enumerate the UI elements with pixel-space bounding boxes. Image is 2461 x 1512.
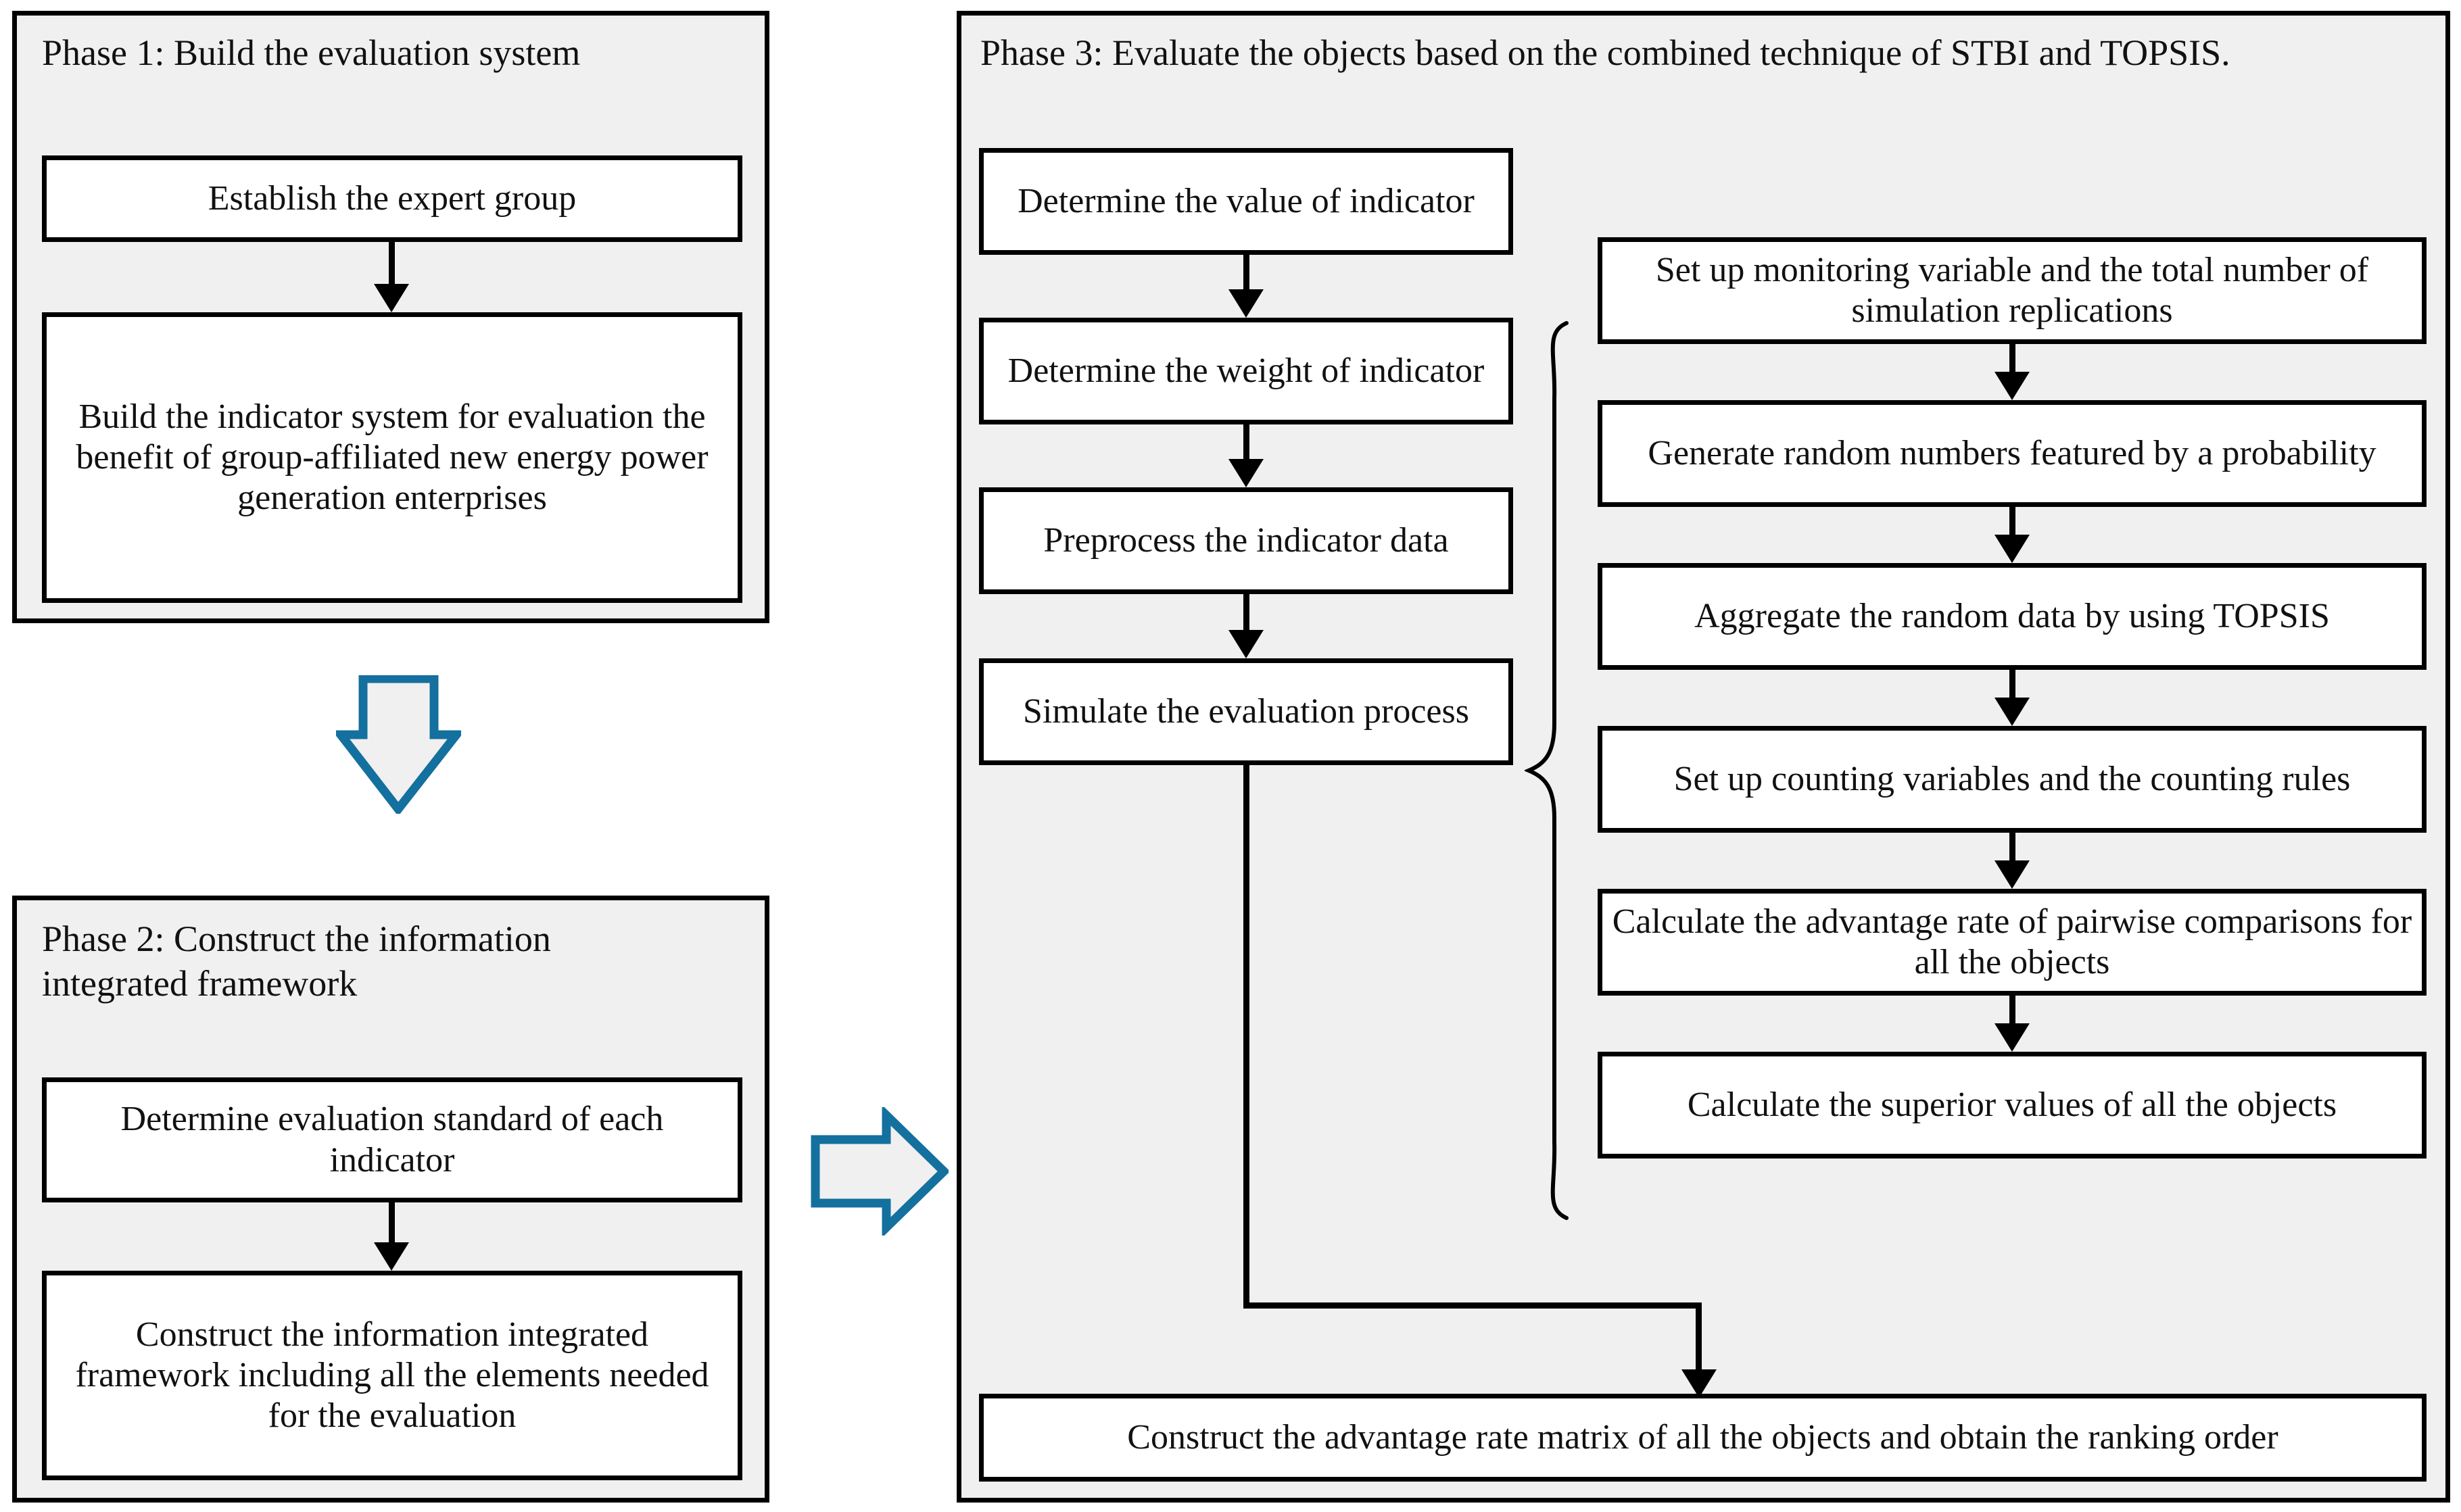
node-label: Build the indicator system for evaluatio… (76, 397, 709, 518)
phase3-right-arrowhead-5 (1994, 1023, 2030, 1052)
phase1-connector-arrowhead (374, 284, 409, 312)
phase3-node-determine-value: Determine the value of indicator (979, 148, 1513, 255)
phase3-node-preprocess-data: Preprocess the indicator data (979, 487, 1513, 594)
phase3-node-setup-monitoring-variable: Set up monitoring variable and the total… (1598, 237, 2427, 344)
phase3-left-arrowhead-2 (1228, 459, 1264, 487)
phase3-bottom-connector-vertical (1243, 765, 1249, 1302)
phase3-right-arrowhead-4 (1994, 860, 2030, 889)
phase3-node-determine-weight: Determine the weight of indicator (979, 318, 1513, 424)
phase3-node-setup-counting-variables: Set up counting variables and the counti… (1598, 726, 2427, 833)
node-label: Construct the advantage rate matrix of a… (1127, 1417, 2278, 1457)
node-label: Determine the weight of indicator (1007, 351, 1485, 390)
node-label: Establish the expert group (208, 178, 577, 218)
phase-2-title: Phase 2: Construct the information integ… (42, 919, 551, 1004)
phase3-node-generate-random-numbers: Generate random numbers featured by a pr… (1598, 400, 2427, 507)
node-label: Calculate the advantage rate of pairwise… (1612, 902, 2412, 981)
phase3-right-arrowhead-2 (1994, 535, 2030, 563)
node-label: Preprocess the indicator data (1043, 520, 1449, 560)
phase1-node-build-indicator-system: Build the indicator system for evaluatio… (42, 312, 742, 603)
phase3-right-arrowhead-1 (1994, 372, 2030, 400)
phase3-right-arrowhead-3 (1994, 698, 2030, 726)
node-label: Set up counting variables and the counti… (1673, 759, 2351, 798)
phase3-node-simulate-process: Simulate the evaluation process (979, 658, 1513, 765)
node-label: Determine the value of indicator (1018, 181, 1475, 220)
node-label: Simulate the evaluation process (1023, 691, 1469, 731)
phase3-node-construct-advantage-rate-matrix: Construct the advantage rate matrix of a… (979, 1394, 2427, 1482)
phase3-bottom-connector-horizontal (1243, 1302, 1702, 1309)
node-label: Construct the information integrated fra… (75, 1315, 709, 1436)
phase2-to-phase3-arrow (810, 1107, 949, 1236)
phase2-connector-line (389, 1202, 395, 1248)
node-label: Set up monitoring variable and the total… (1655, 250, 2369, 330)
phase3-left-arrowhead-3 (1228, 630, 1264, 658)
phase3-node-aggregate-random-data: Aggregate the random data by using TOPSI… (1598, 563, 2427, 670)
phase-3-title: Phase 3: Evaluate the objects based on t… (980, 32, 2230, 73)
phase2-connector-arrowhead (374, 1242, 409, 1271)
phase3-node-calculate-superior-values: Calculate the superior values of all the… (1598, 1052, 2427, 1159)
expansion-brace (1525, 318, 1579, 1223)
node-label: Calculate the superior values of all the… (1687, 1085, 2337, 1124)
phase2-node-construct-framework: Construct the information integrated fra… (42, 1271, 742, 1480)
node-label: Generate random numbers featured by a pr… (1648, 433, 2376, 472)
node-label: Aggregate the random data by using TOPSI… (1694, 596, 2330, 635)
node-label: Determine evaluation standard of each in… (120, 1100, 664, 1179)
phase-1-title: Phase 1: Build the evaluation system (42, 32, 581, 73)
phase1-node-establish-expert-group: Establish the expert group (42, 155, 742, 242)
phase3-node-calculate-advantage-rate: Calculate the advantage rate of pairwise… (1598, 889, 2427, 996)
phase1-to-phase2-arrow (336, 675, 461, 814)
phase2-node-determine-evaluation-standard: Determine evaluation standard of each in… (42, 1077, 742, 1202)
phase3-left-arrowhead-1 (1228, 289, 1264, 318)
phase3-bottom-connector-drop (1696, 1302, 1702, 1377)
flowchart-canvas: Phase 1: Build the evaluation system Est… (0, 0, 2461, 1512)
